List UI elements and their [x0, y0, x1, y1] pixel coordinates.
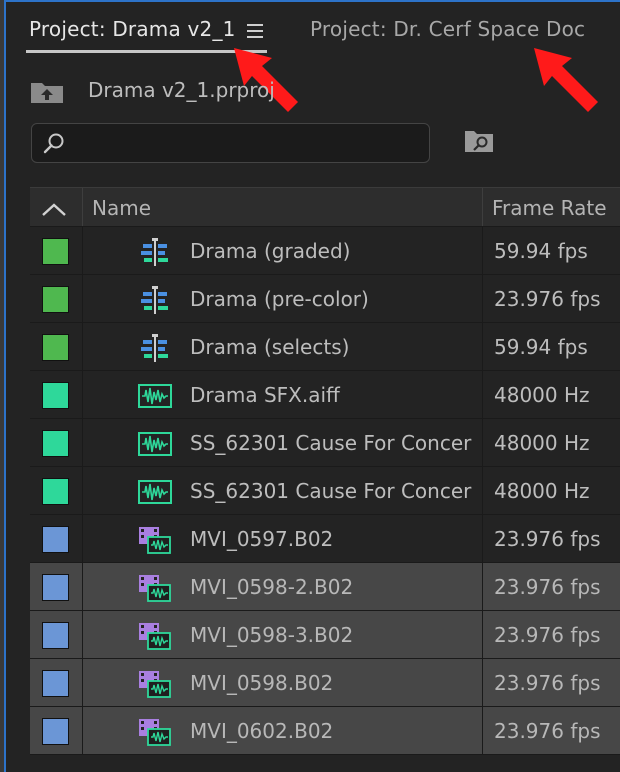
audio-clip-icon — [138, 480, 172, 504]
item-name: MVI_0598-3.B02 — [190, 623, 354, 647]
column-divider — [482, 323, 483, 370]
item-frame-rate: 23.976 fps — [494, 575, 601, 599]
item-frame-rate: 23.976 fps — [494, 527, 601, 551]
column-divider — [82, 611, 83, 658]
find-folder-icon[interactable] — [464, 128, 494, 154]
table-row[interactable]: MVI_0602.B02 23.976 fps — [30, 707, 620, 755]
column-divider — [82, 467, 83, 514]
label-color-swatch[interactable] — [42, 382, 69, 409]
item-name: SS_62301 Cause For Concer — [190, 431, 472, 455]
column-divider — [82, 563, 83, 610]
sequence-icon — [141, 238, 168, 266]
label-color-swatch[interactable] — [42, 526, 69, 553]
column-divider — [482, 371, 483, 418]
table-row[interactable]: MVI_0597.B02 23.976 fps — [30, 515, 620, 563]
item-frame-rate: 48000 Hz — [494, 383, 590, 407]
item-name: Drama (graded) — [190, 239, 351, 263]
column-header-frame-rate[interactable]: Frame Rate — [492, 196, 607, 220]
tab-project-drama[interactable]: Project: Drama v2_1 — [29, 17, 236, 41]
label-color-swatch[interactable] — [42, 286, 69, 313]
column-divider — [82, 227, 83, 274]
item-name: SS_62301 Cause For Concer — [190, 479, 472, 503]
table-row[interactable]: MVI_0598-3.B02 23.976 fps — [30, 611, 620, 659]
column-divider — [482, 611, 483, 658]
table-header: Name Frame Rate — [30, 187, 620, 227]
search-input[interactable] — [72, 130, 416, 158]
audio-clip-icon — [138, 432, 172, 456]
project-bin-table: Name Frame Rate Drama (graded) 59.94 fps D… — [30, 187, 620, 755]
header-divider — [482, 188, 483, 226]
column-divider — [82, 659, 83, 706]
label-color-swatch[interactable] — [42, 430, 69, 457]
sequence-icon — [141, 334, 168, 362]
project-file-name: Drama v2_1.prproj — [88, 78, 275, 102]
table-row[interactable]: Drama (graded) 59.94 fps — [30, 227, 620, 275]
item-name: MVI_0602.B02 — [190, 719, 334, 743]
column-divider — [82, 515, 83, 562]
label-color-swatch[interactable] — [42, 670, 69, 697]
label-color-swatch[interactable] — [42, 478, 69, 505]
item-frame-rate: 23.976 fps — [494, 671, 601, 695]
panel-left-edge — [0, 0, 6, 772]
video-clip-icon — [139, 623, 171, 650]
video-clip-icon — [139, 671, 171, 698]
item-frame-rate: 48000 Hz — [494, 479, 590, 503]
column-divider — [82, 419, 83, 466]
column-header-name[interactable]: Name — [92, 196, 151, 220]
item-frame-rate: 23.976 fps — [494, 623, 601, 647]
item-name: MVI_0598-2.B02 — [190, 575, 354, 599]
sequence-icon — [141, 286, 168, 314]
annotation-arrow-icon — [534, 48, 598, 112]
search-icon — [43, 133, 64, 154]
item-name: MVI_0597.B02 — [190, 527, 334, 551]
label-color-swatch[interactable] — [42, 574, 69, 601]
item-frame-rate: 23.976 fps — [494, 287, 601, 311]
search-field[interactable] — [31, 123, 430, 163]
table-row[interactable]: MVI_0598.B02 23.976 fps — [30, 659, 620, 707]
panel-tab-bar: Project: Drama v2_1 Project: Dr. Cerf Sp… — [6, 2, 620, 62]
label-color-swatch[interactable] — [42, 334, 69, 361]
column-divider — [82, 323, 83, 370]
table-row[interactable]: Drama (selects) 59.94 fps — [30, 323, 620, 371]
active-tab-indicator — [26, 50, 267, 53]
tab-project-space-doc[interactable]: Project: Dr. Cerf Space Doc — [310, 17, 585, 41]
table-row[interactable]: MVI_0598-2.B02 23.976 fps — [30, 563, 620, 611]
column-divider — [482, 707, 483, 754]
video-clip-icon — [139, 575, 171, 602]
video-clip-icon — [139, 527, 171, 554]
column-divider — [82, 371, 83, 418]
item-frame-rate: 48000 Hz — [494, 431, 590, 455]
label-color-swatch[interactable] — [42, 622, 69, 649]
table-body: Drama (graded) 59.94 fps Drama (pre-color)… — [30, 227, 620, 755]
column-divider — [82, 275, 83, 322]
item-frame-rate: 23.976 fps — [494, 719, 601, 743]
column-divider — [482, 515, 483, 562]
label-color-swatch[interactable] — [42, 238, 69, 265]
item-name: MVI_0598.B02 — [190, 671, 334, 695]
label-color-swatch[interactable] — [42, 718, 69, 745]
column-divider — [482, 419, 483, 466]
column-divider — [482, 227, 483, 274]
column-divider — [82, 707, 83, 754]
table-row[interactable]: Drama (pre-color) 23.976 fps — [30, 275, 620, 323]
item-name: Drama SFX.aiff — [190, 383, 340, 407]
item-name: Drama (pre-color) — [190, 287, 369, 311]
header-divider — [82, 188, 83, 226]
column-divider — [482, 467, 483, 514]
up-folder-icon[interactable] — [30, 80, 64, 104]
column-divider — [482, 563, 483, 610]
item-frame-rate: 59.94 fps — [494, 335, 588, 359]
item-name: Drama (selects) — [190, 335, 350, 359]
audio-clip-icon — [138, 384, 172, 408]
sort-toggle[interactable] — [30, 188, 82, 226]
item-frame-rate: 59.94 fps — [494, 239, 588, 263]
table-row[interactable]: Drama SFX.aiff 48000 Hz — [30, 371, 620, 419]
table-row[interactable]: SS_62301 Cause For Concer 48000 Hz — [30, 419, 620, 467]
chevron-up-icon — [42, 203, 66, 216]
column-divider — [482, 275, 483, 322]
panel-menu-icon[interactable] — [247, 24, 263, 38]
table-row[interactable]: SS_62301 Cause For Concer 48000 Hz — [30, 467, 620, 515]
video-clip-icon — [139, 719, 171, 746]
column-divider — [482, 659, 483, 706]
